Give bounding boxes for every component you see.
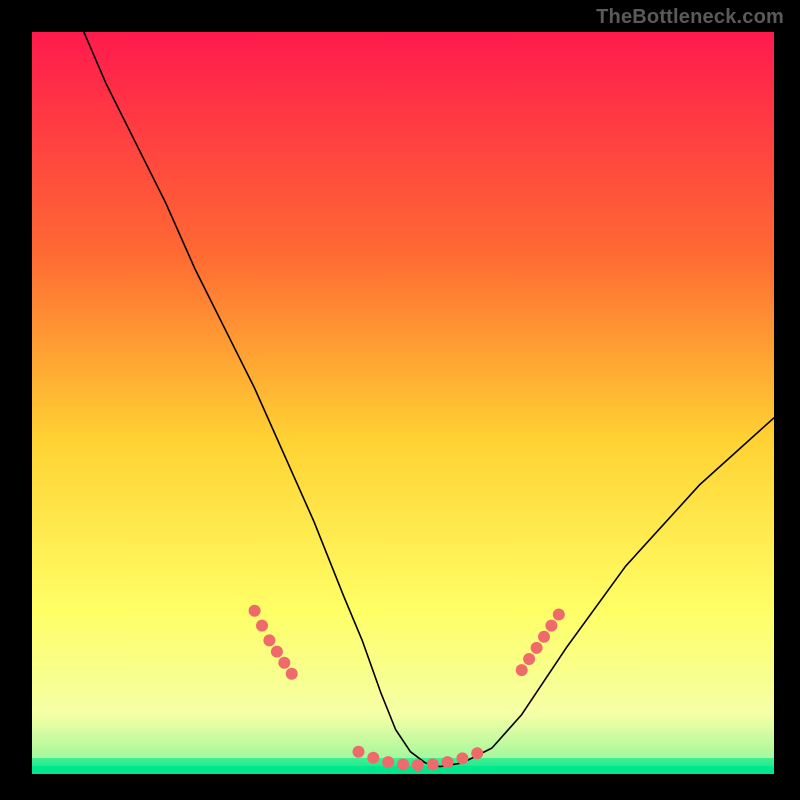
highlight-dot [256, 620, 268, 632]
chart-canvas [32, 32, 774, 774]
highlight-dot [353, 746, 365, 758]
highlight-dot [516, 664, 528, 676]
highlight-dot [249, 605, 261, 617]
watermark-text: TheBottleneck.com [596, 6, 784, 29]
highlight-dot [471, 747, 483, 759]
gradient-background [32, 32, 774, 774]
highlight-dot [271, 646, 283, 658]
highlight-dot [523, 653, 535, 665]
highlight-dot [286, 668, 298, 680]
highlight-dot [397, 758, 409, 770]
highlight-dot [553, 609, 565, 621]
highlight-dot [263, 634, 275, 646]
highlight-dot [538, 631, 550, 643]
highlight-dot [382, 756, 394, 768]
highlight-dot [278, 657, 290, 669]
highlight-dot [412, 759, 424, 771]
highlight-dot [545, 620, 557, 632]
plot-area [32, 32, 774, 774]
highlight-dot [427, 758, 439, 770]
highlight-dot [456, 752, 468, 764]
highlight-dot [367, 752, 379, 764]
highlight-dot [531, 642, 543, 654]
chart-frame: TheBottleneck.com [0, 0, 800, 800]
yellow-band [32, 716, 774, 758]
highlight-dot [442, 756, 454, 768]
